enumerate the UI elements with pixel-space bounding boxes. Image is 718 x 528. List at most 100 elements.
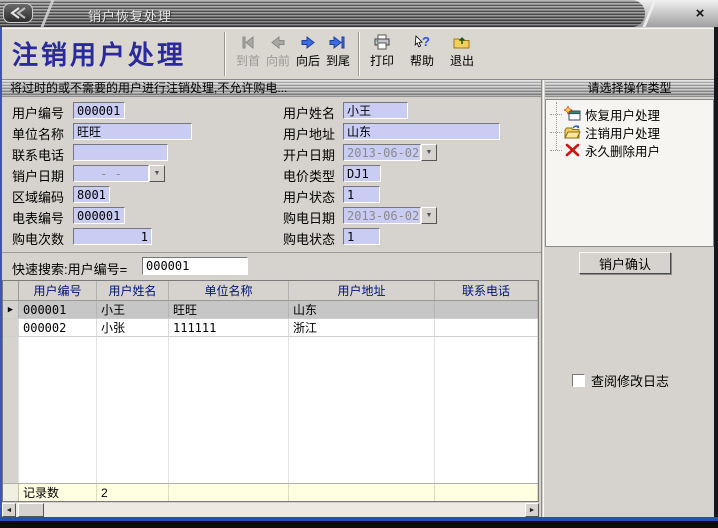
scrollbar-thumb[interactable] <box>18 503 44 517</box>
purchase-status-field[interactable] <box>343 228 380 245</box>
confirm-cancellation-button[interactable]: 销户确认 <box>579 252 671 274</box>
horizontal-scrollbar[interactable]: ◄ ► <box>2 503 539 517</box>
footer-cell <box>435 484 538 501</box>
open-date-label: 开户日期 <box>283 145 335 164</box>
app-window: 销户恢复处理 × 注销用户处理 到首 向前 向后 <box>0 0 718 528</box>
help-button[interactable]: ? 帮助 <box>404 32 440 78</box>
column-header-user-name[interactable]: 用户姓名 <box>97 281 169 300</box>
panel-divider <box>541 80 544 517</box>
meter-id-field[interactable] <box>73 207 125 224</box>
scroll-right-button[interactable]: ► <box>525 503 539 517</box>
form-row: 销户日期 - - ▼ 电价类型 <box>0 165 541 182</box>
footer-cell <box>169 484 289 501</box>
go-previous-icon <box>269 32 287 52</box>
tree-item-deregister-user[interactable]: 注销用户处理 <box>550 123 660 141</box>
print-icon <box>373 32 391 52</box>
scroll-left-button[interactable]: ◄ <box>2 503 16 517</box>
cell-address: 浙江 <box>289 319 435 336</box>
current-row-indicator: ▶ <box>3 301 19 318</box>
nav-last-button[interactable]: 到尾 <box>320 32 356 78</box>
empty-column <box>97 337 169 483</box>
delete-user-icon <box>564 142 581 158</box>
close-date-combo[interactable]: - - ▼ <box>73 165 165 182</box>
restore-user-icon <box>564 106 581 122</box>
exit-button[interactable]: 退出 <box>444 32 480 78</box>
user-status-field[interactable] <box>343 186 380 203</box>
row-indicator <box>3 319 19 336</box>
grid-footer-row: 记录数 2 <box>3 483 538 501</box>
user-id-field[interactable] <box>73 102 125 119</box>
cell-user-id: 000001 <box>19 301 97 318</box>
cell-user-name: 小王 <box>97 301 169 318</box>
purchase-count-field[interactable] <box>73 228 152 245</box>
go-next-icon <box>299 32 317 52</box>
form-row: 用户编号 用户姓名 <box>0 102 541 119</box>
user-name-field[interactable] <box>343 102 408 119</box>
print-button[interactable]: 打印 <box>364 32 400 78</box>
user-address-field[interactable] <box>343 123 500 140</box>
system-menu-button[interactable] <box>3 3 33 23</box>
window-right-border <box>714 27 718 517</box>
quick-search-bar: 快速搜索:用户编号= <box>2 252 541 279</box>
quick-search-label: 快速搜索:用户编号= <box>12 259 127 278</box>
tree-connector <box>550 132 562 133</box>
exit-icon <box>453 32 471 52</box>
combo-arrow-icon[interactable]: ▼ <box>149 165 165 182</box>
record-count-label: 记录数 <box>19 484 97 501</box>
table-row[interactable]: 000002 小张 111111 浙江 <box>3 319 538 337</box>
area-code-field[interactable] <box>73 186 110 203</box>
open-date-combo[interactable]: 2013-06-02 ▼ <box>343 144 437 161</box>
meter-id-label: 电表编号 <box>12 208 64 227</box>
toolbar-separator <box>358 32 360 76</box>
action-panel-header: 请选择操作类型 <box>545 80 714 97</box>
column-header-phone[interactable]: 联系电话 <box>435 281 538 300</box>
go-first-icon <box>239 32 257 52</box>
column-header-user-id[interactable]: 用户编号 <box>19 281 97 300</box>
deregister-user-icon <box>564 124 581 140</box>
svg-text:?: ? <box>422 34 430 49</box>
form-row: 电表编号 购电日期 2013-06-02 ▼ <box>0 207 541 224</box>
close-button[interactable]: × <box>691 4 709 22</box>
form-row: 单位名称 用户地址 <box>0 123 541 140</box>
current-row-arrow-icon: ▶ <box>8 305 13 315</box>
form-row: 联系电话 开户日期 2013-06-02 ▼ <box>0 144 541 161</box>
cell-address: 山东 <box>289 301 435 318</box>
unit-name-field[interactable] <box>73 123 192 140</box>
cell-user-name: 小张 <box>97 319 169 336</box>
empty-column <box>19 337 97 483</box>
view-log-checkbox[interactable] <box>572 374 585 387</box>
cell-phone <box>435 301 538 318</box>
price-type-label: 电价类型 <box>283 166 335 185</box>
combo-arrow-icon[interactable]: ▼ <box>421 144 437 161</box>
grid-header-row: 用户编号 用户姓名 单位名称 用户地址 联系电话 <box>3 281 538 301</box>
combo-arrow-icon[interactable]: ▼ <box>421 207 437 224</box>
indicator-column <box>3 337 19 483</box>
quick-search-input[interactable] <box>142 257 248 275</box>
toolbar: 注销用户处理 到首 向前 向后 到尾 <box>2 28 714 80</box>
grid-empty-area <box>3 337 538 483</box>
cell-unit-name: 旺旺 <box>169 301 289 318</box>
status-bar: 将过时的或不需要的用户进行注销处理,不允许购电... <box>2 80 541 97</box>
purchase-date-combo[interactable]: 2013-06-02 ▼ <box>343 207 437 224</box>
phone-field[interactable] <box>73 144 168 161</box>
purchase-date-label: 购电日期 <box>283 208 335 227</box>
tree-item-restore-user[interactable]: 恢复用户处理 <box>550 105 660 123</box>
purchase-count-label: 购电次数 <box>12 229 64 248</box>
cell-user-id: 000002 <box>19 319 97 336</box>
empty-column <box>435 337 538 483</box>
title-bar: 销户恢复处理 × <box>0 0 718 27</box>
form-row: 购电次数 购电状态 <box>0 228 541 245</box>
window-title: 销户恢复处理 <box>88 6 172 25</box>
column-header-unit-name[interactable]: 单位名称 <box>169 281 289 300</box>
purchase-status-label: 购电状态 <box>283 229 335 248</box>
column-header-address[interactable]: 用户地址 <box>289 281 435 300</box>
view-log-label: 查阅修改日志 <box>591 371 669 390</box>
phone-label: 联系电话 <box>12 145 64 164</box>
tree-item-delete-user[interactable]: 永久删除用户 <box>550 141 660 159</box>
price-type-field[interactable] <box>343 165 381 182</box>
table-row[interactable]: ▶ 000001 小王 旺旺 山东 <box>3 301 538 319</box>
user-name-label: 用户姓名 <box>283 103 335 122</box>
page-title: 注销用户处理 <box>12 35 186 72</box>
app-logo-icon <box>8 6 28 20</box>
view-log-option[interactable]: 查阅修改日志 <box>572 371 669 390</box>
